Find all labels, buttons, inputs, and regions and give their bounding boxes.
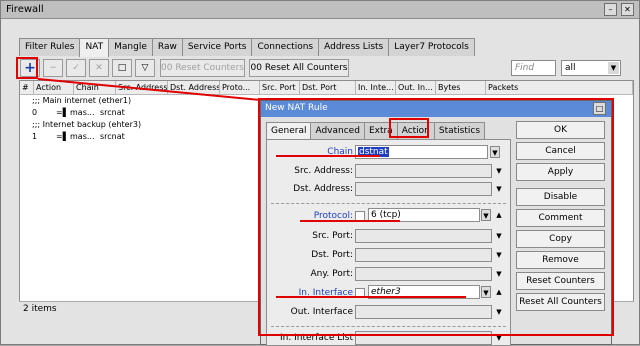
- reset-all-counters-button[interactable]: 00 Reset All Counters: [249, 59, 349, 77]
- row-comment: ;;; Main internet (ether1): [32, 96, 132, 105]
- column-header[interactable]: Out. In...: [396, 81, 436, 95]
- masquerade-icon: =▌: [56, 132, 69, 141]
- enable-button[interactable]: ✓: [66, 59, 86, 77]
- row-number: 1: [32, 132, 38, 141]
- masquerade-icon: =▌: [56, 108, 69, 117]
- toolbar: + − ✓ ✕ □ ▽ 00 Reset Counters 00 Reset A…: [16, 58, 631, 78]
- close-button[interactable]: ✕: [621, 3, 634, 16]
- window-titlebar[interactable]: Firewall – ✕: [1, 1, 639, 19]
- row-action: mas...: [70, 108, 95, 117]
- find-input[interactable]: Find: [511, 60, 556, 76]
- remove-button[interactable]: −: [43, 59, 63, 77]
- column-header[interactable]: Action: [34, 81, 74, 95]
- filter-icon[interactable]: ▽: [135, 59, 155, 77]
- row-action: mas...: [70, 132, 95, 141]
- tab-raw[interactable]: Raw: [151, 38, 183, 56]
- column-header[interactable]: Proto...: [220, 81, 260, 95]
- tab-service-ports[interactable]: Service Ports: [181, 38, 253, 56]
- tab-connections[interactable]: Connections: [251, 38, 320, 56]
- reset-counters-button[interactable]: 00 Reset Counters: [160, 59, 245, 77]
- comment-button[interactable]: □: [112, 59, 132, 77]
- filter-select[interactable]: all ▼: [561, 60, 621, 76]
- annotation-underline: [276, 155, 380, 157]
- column-header[interactable]: #: [20, 81, 34, 95]
- annotation-highlight: [16, 57, 38, 79]
- firewall-tabs: Filter Rules NAT Mangle Raw Service Port…: [19, 38, 475, 57]
- filter-select-value: all: [565, 63, 576, 73]
- annotation-highlight: [389, 118, 429, 138]
- disable-button[interactable]: ✕: [89, 59, 109, 77]
- annotation-underline: [300, 220, 400, 222]
- chevron-down-icon: ▼: [608, 62, 619, 74]
- annotation-highlight: [258, 98, 614, 336]
- tab-layer7-protocols[interactable]: Layer7 Protocols: [388, 38, 475, 56]
- minimize-button[interactable]: –: [604, 3, 617, 16]
- tab-address-lists[interactable]: Address Lists: [318, 38, 390, 56]
- column-header[interactable]: Src. Port: [260, 81, 300, 95]
- tab-filter-rules[interactable]: Filter Rules: [19, 38, 81, 56]
- tab-mangle[interactable]: Mangle: [108, 38, 153, 56]
- column-header[interactable]: Dst. Port: [300, 81, 356, 95]
- window-title: Firewall: [6, 4, 44, 15]
- tab-nat[interactable]: NAT: [79, 38, 110, 57]
- row-chain: srcnat: [100, 132, 125, 141]
- annotation-underline: [276, 296, 466, 298]
- row-number: 0: [32, 108, 38, 117]
- row-chain: srcnat: [100, 108, 125, 117]
- row-comment: ;;; Internet backup (ehter3): [32, 120, 142, 129]
- column-header[interactable]: Packets: [486, 81, 633, 95]
- column-header[interactable]: Bytes: [436, 81, 486, 95]
- column-header[interactable]: In. Inte...: [356, 81, 396, 95]
